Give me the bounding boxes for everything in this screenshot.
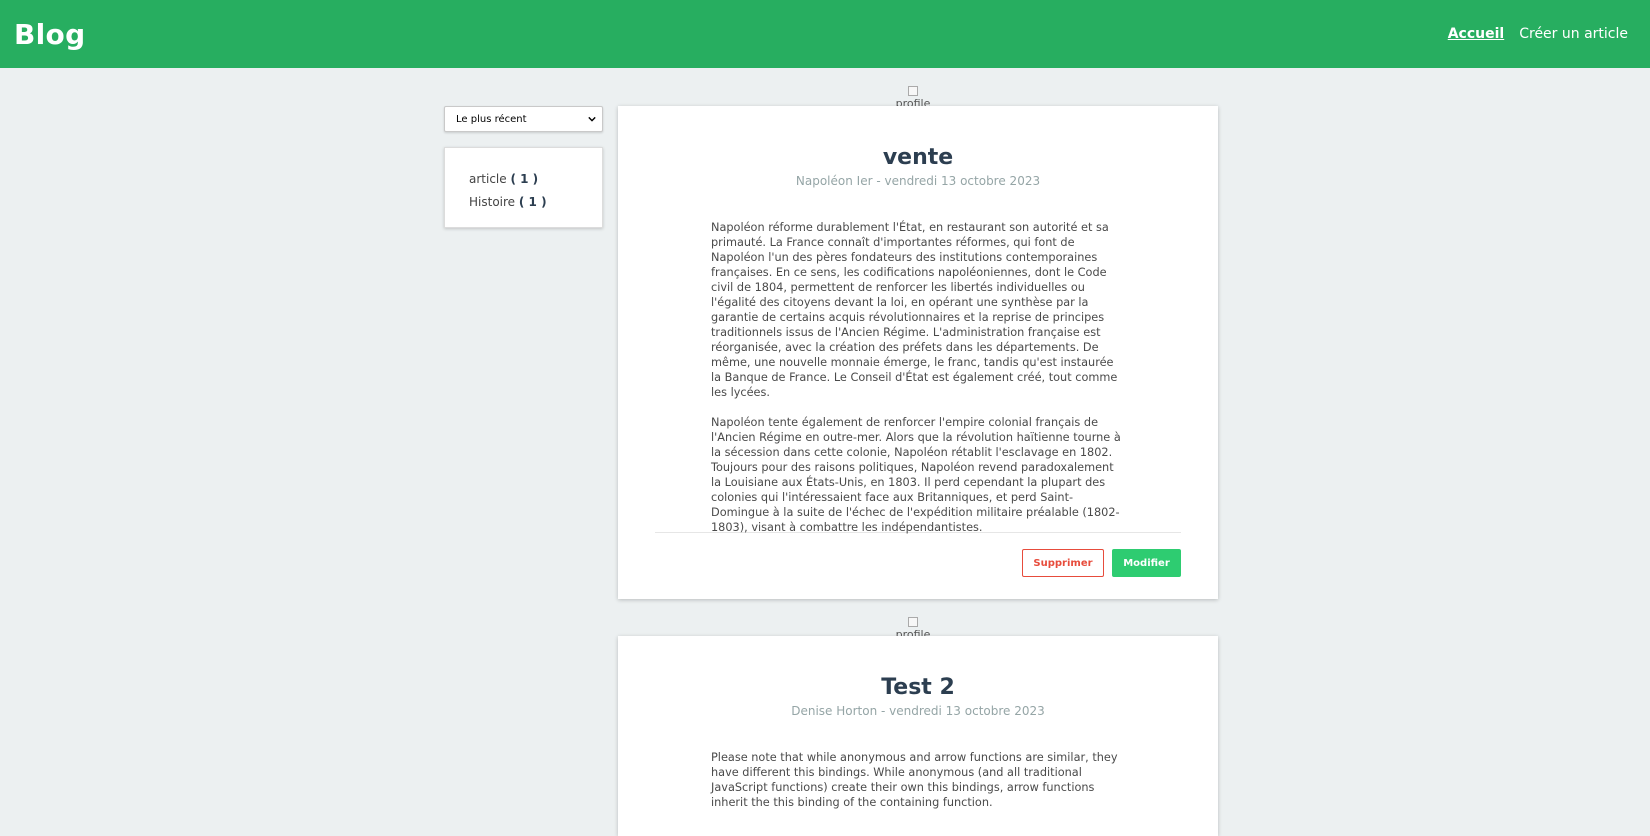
post-paragraph: Napoléon tente également de renforcer l'… xyxy=(711,416,1121,534)
nav-link-home[interactable]: Accueil xyxy=(1448,26,1505,42)
broken-image-icon xyxy=(907,86,918,96)
chevron-down-icon xyxy=(588,116,596,122)
sort-selected-value: Le plus récent xyxy=(456,113,527,125)
category-list: article ( 1 ) Histoire ( 1 ) xyxy=(444,147,603,228)
post-paragraph: Please note that while anonymous and arr… xyxy=(711,751,1118,809)
category-count: ( 1 ) xyxy=(510,172,539,186)
brand-logo[interactable]: Blog xyxy=(14,18,85,51)
category-count: ( 1 ) xyxy=(518,195,547,209)
post-card: Test 2 Denise Horton - vendredi 13 octob… xyxy=(618,636,1218,836)
category-item-article[interactable]: article ( 1 ) xyxy=(469,168,602,191)
post-actions: Supprimer Modifier xyxy=(655,532,1181,593)
category-name: article xyxy=(469,172,507,186)
nav-link-create-article[interactable]: Créer un article xyxy=(1519,26,1628,42)
post-card: vente Napoléon Ier - vendredi 13 octobre… xyxy=(618,106,1218,599)
category-name: Histoire xyxy=(469,195,516,209)
edit-button[interactable]: Modifier xyxy=(1112,549,1181,577)
post-meta: Napoléon Ier - vendredi 13 octobre 2023 xyxy=(795,174,1041,188)
post-body: Napoléon réforme durablement l'État, en … xyxy=(711,220,1125,534)
post-body: Please note that while anonymous and arr… xyxy=(711,750,1125,810)
top-navbar: Blog Accueil Créer un article xyxy=(0,0,1650,68)
post-meta: Denise Horton - vendredi 13 octobre 2023 xyxy=(791,704,1045,718)
category-item-histoire[interactable]: Histoire ( 1 ) xyxy=(469,191,602,214)
delete-button[interactable]: Supprimer xyxy=(1022,549,1104,577)
nav-links: Accueil Créer un article xyxy=(1448,26,1628,42)
post-title: Test 2 xyxy=(881,675,955,700)
sort-select[interactable]: Le plus récent xyxy=(444,106,603,132)
post-title: vente xyxy=(882,145,954,170)
broken-image-icon xyxy=(907,617,918,627)
post-paragraph: Napoléon réforme durablement l'État, en … xyxy=(711,221,1118,399)
